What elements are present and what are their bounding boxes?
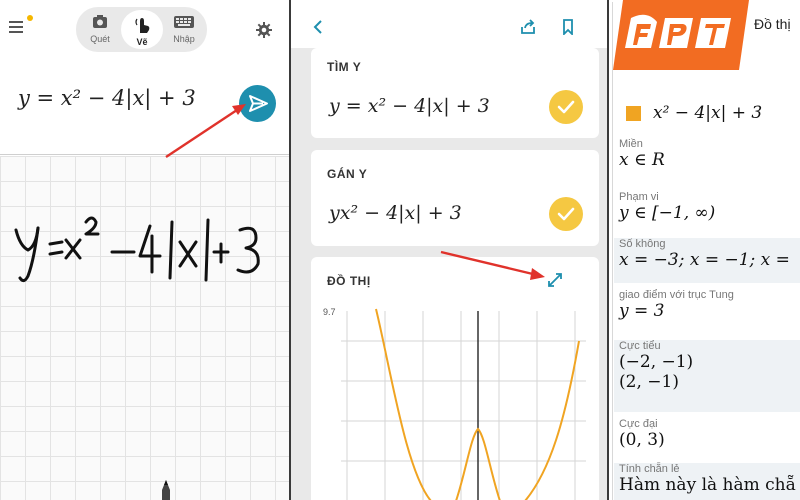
y-axis-tick: 9.7 [323, 307, 336, 317]
detail-row-maximum: Cực đại (0, 3) [614, 418, 800, 463]
detail-row-domain: Miền x ∈ R [614, 138, 800, 188]
fpt-logo [613, 0, 749, 70]
solution-panel: TÌM Y y = x² − 4|x| + 3 GÁN Y yx² − 4|x|… [291, 0, 607, 500]
panel-edge [612, 2, 613, 500]
graph-tab-label[interactable]: Đồ thị [754, 16, 791, 32]
graph-details-panel: x² − 4|x| + 3 Miền x ∈ R Phạm vi y ∈ [−1… [609, 0, 800, 500]
detail-row-minimum: Cực tiểu (−2, −1) (2, −1) [614, 340, 800, 412]
detail-value: x ∈ R [619, 150, 665, 170]
detail-label: Tính chẵn lẻ [619, 463, 680, 475]
function-graph[interactable]: 9.7 [321, 301, 591, 500]
detail-row-parity: Tính chẵn lẻ Hàm này là hàm chẵ [614, 463, 800, 500]
detail-label: Số không [619, 238, 666, 250]
detail-value: Hàm này là hàm chẵ [619, 475, 796, 495]
detail-value: y ∈ [−1, ∞) [619, 203, 716, 223]
detail-label: Miền [619, 138, 643, 150]
detail-value: (2, −1) [619, 372, 679, 392]
detail-value: x = −3; x = −1; x = [619, 250, 790, 270]
series-label: x² − 4|x| + 3 [653, 103, 763, 123]
handwritten-equation [14, 216, 260, 283]
series-color-swatch [626, 106, 641, 121]
annotation-arrow [440, 250, 545, 280]
detail-row-y-intercept: giao điểm với trục Tung y = 3 [614, 289, 800, 337]
detail-row-range: Phạm vi y ∈ [−1, ∞) [614, 191, 800, 236]
detail-label: Cực đại [619, 418, 658, 430]
pencil-icon [160, 480, 172, 500]
annotation-arrow [165, 104, 246, 159]
detail-row-zeros: Số không x = −3; x = −1; x = [614, 238, 800, 283]
detail-label: giao điểm với trục Tung [619, 289, 734, 301]
draw-input-panel: Quét Vẽ Nhập y = x² − 4|x| + 3 [0, 0, 289, 500]
detail-label: Cực tiểu [619, 340, 661, 352]
detail-value: y = 3 [619, 301, 665, 321]
detail-label: Phạm vi [619, 191, 659, 203]
detail-value: (−2, −1) [619, 352, 694, 372]
detail-value: (0, 3) [619, 430, 665, 450]
